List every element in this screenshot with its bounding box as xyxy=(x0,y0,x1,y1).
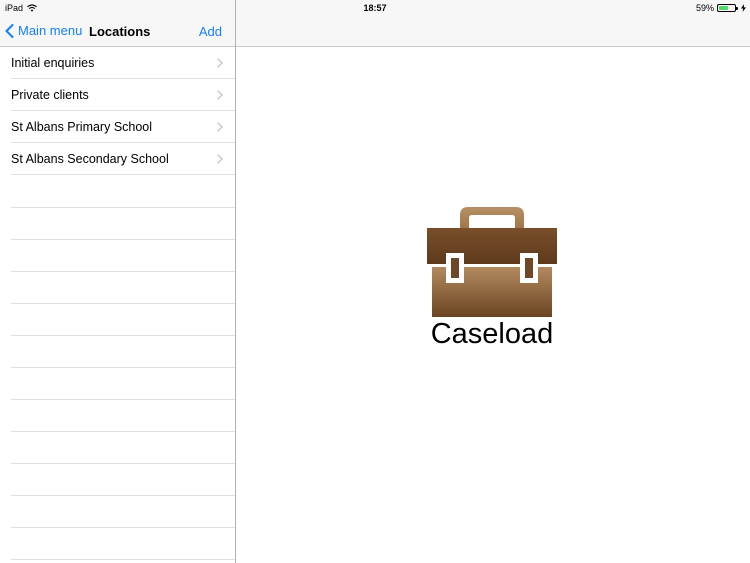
charging-icon xyxy=(741,4,746,12)
chevron-right-icon xyxy=(217,90,223,100)
master-pane: Main menu Locations Add Initial enquirie… xyxy=(0,0,236,563)
chevron-right-icon xyxy=(217,58,223,68)
list-item-label: St Albans Primary School xyxy=(11,120,153,134)
status-right: 59% xyxy=(696,3,746,13)
add-location-button[interactable]: Add xyxy=(199,24,222,39)
chevron-left-icon xyxy=(5,23,14,38)
back-button[interactable]: Main menu xyxy=(5,23,82,38)
empty-list-rows xyxy=(11,176,235,563)
list-item-label: Initial enquiries xyxy=(11,56,95,70)
list-item-st-albans-primary-school[interactable]: St Albans Primary School xyxy=(11,111,235,143)
locations-list: Initial enquiries Private clients St Alb… xyxy=(0,47,235,175)
page-title: Locations xyxy=(89,24,151,39)
battery-percent: 59% xyxy=(695,3,714,13)
status-bar: iPad 18:57 59% xyxy=(0,0,750,16)
list-item-private-clients[interactable]: Private clients xyxy=(11,79,235,111)
battery-icon xyxy=(717,4,738,12)
ipad-screen: Main menu Locations Add Initial enquirie… xyxy=(0,0,750,563)
list-item-label: St Albans Secondary School xyxy=(11,152,169,166)
briefcase-icon xyxy=(426,207,558,319)
back-button-label: Main menu xyxy=(18,23,83,38)
list-item-st-albans-secondary-school[interactable]: St Albans Secondary School xyxy=(11,143,235,175)
list-item-label: Private clients xyxy=(11,88,89,102)
app-name: Caseload xyxy=(430,318,554,350)
chevron-right-icon xyxy=(217,122,223,132)
status-time: 18:57 xyxy=(363,3,387,13)
battery-level-fill xyxy=(719,6,728,10)
chevron-right-icon xyxy=(217,154,223,164)
list-item-initial-enquiries[interactable]: Initial enquiries xyxy=(11,47,235,79)
detail-pane: Caseload xyxy=(236,0,750,563)
